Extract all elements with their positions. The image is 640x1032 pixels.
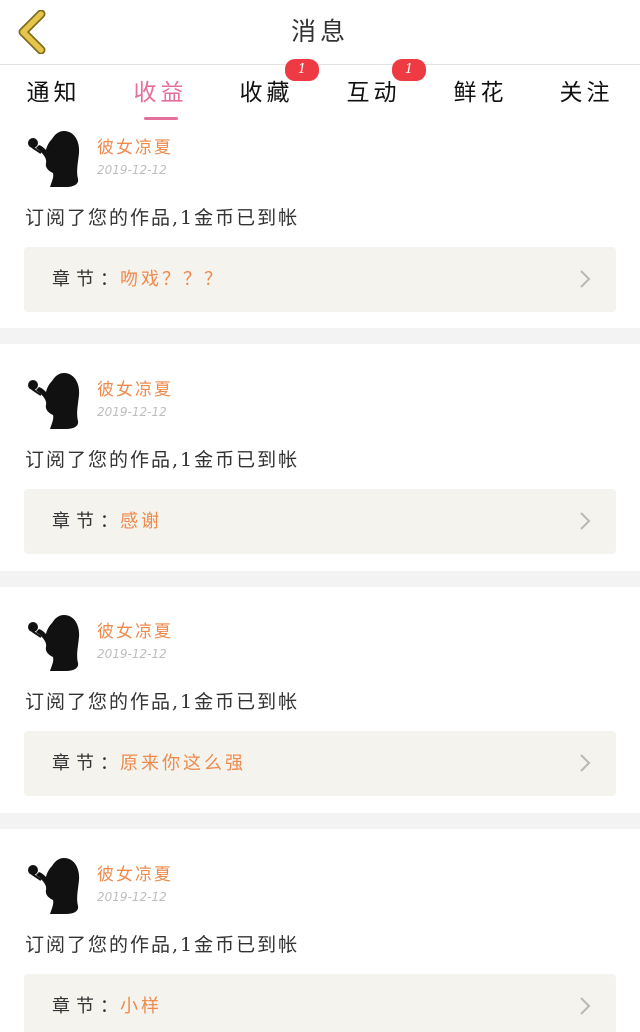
message-date: 2019-12-12 bbox=[97, 163, 167, 177]
message-text: 订阅了您的作品,1金币已到帐 bbox=[25, 691, 300, 713]
chapter-title: 感谢 bbox=[120, 511, 162, 532]
back-button[interactable] bbox=[10, 8, 54, 56]
tab-label: 鲜花 bbox=[453, 80, 508, 106]
tab-interactions[interactable]: 互动 1 bbox=[320, 59, 427, 125]
chapter-link[interactable]: 章节： 小样 bbox=[24, 974, 616, 1032]
message-item: 彼女凉夏 2019-12-12 订阅了您的作品,1金币已到帐 章节： 原来你这么… bbox=[0, 613, 640, 839]
active-tab-indicator bbox=[144, 117, 178, 120]
tab-label: 收益 bbox=[133, 80, 188, 106]
tab-earnings[interactable]: 收益 bbox=[107, 65, 214, 125]
message-date: 2019-12-12 bbox=[97, 405, 167, 419]
chevron-right-icon bbox=[580, 754, 591, 772]
avatar[interactable] bbox=[24, 856, 82, 914]
chapter-label: 章节： bbox=[52, 511, 124, 532]
tab-label: 关注 bbox=[559, 80, 614, 106]
chevron-left-icon bbox=[18, 10, 46, 54]
unread-badge: 1 bbox=[285, 59, 319, 81]
tab-label: 通知 bbox=[26, 80, 81, 106]
chevron-right-icon bbox=[580, 512, 591, 530]
chapter-title: 原来你这么强 bbox=[120, 753, 246, 774]
message-item: 彼女凉夏 2019-12-12 订阅了您的作品,1金币已到帐 章节： 感谢 bbox=[0, 371, 640, 597]
page-title: 消息 bbox=[290, 17, 349, 46]
tab-label: 收藏 bbox=[239, 80, 294, 106]
username[interactable]: 彼女凉夏 bbox=[97, 617, 173, 642]
chapter-link[interactable]: 章节： 原来你这么强 bbox=[24, 731, 616, 796]
message-text: 订阅了您的作品,1金币已到帐 bbox=[25, 934, 300, 956]
username[interactable]: 彼女凉夏 bbox=[97, 860, 173, 885]
chevron-right-icon bbox=[580, 270, 591, 288]
chapter-title: 小样 bbox=[120, 996, 162, 1017]
avatar[interactable] bbox=[24, 129, 82, 187]
messages-page: 消息 通知 收益 收藏 1 互动 1 鲜花 关注 彼女凉夏 2019-12-12… bbox=[0, 0, 640, 1032]
message-text: 订阅了您的作品,1金币已到帐 bbox=[25, 449, 300, 471]
unread-badge: 1 bbox=[392, 59, 426, 81]
header-bar: 消息 bbox=[0, 0, 640, 65]
section-divider bbox=[0, 571, 640, 587]
avatar[interactable] bbox=[24, 613, 82, 671]
section-divider bbox=[0, 328, 640, 344]
message-date: 2019-12-12 bbox=[97, 890, 167, 904]
tab-label: 互动 bbox=[346, 80, 401, 106]
username[interactable]: 彼女凉夏 bbox=[97, 133, 173, 158]
tab-favorites[interactable]: 收藏 1 bbox=[213, 59, 320, 125]
message-item: 彼女凉夏 2019-12-12 订阅了您的作品,1金币已到帐 章节： 小样 bbox=[0, 856, 640, 1032]
tab-following[interactable]: 关注 bbox=[533, 65, 640, 125]
chevron-right-icon bbox=[580, 997, 591, 1015]
message-text: 订阅了您的作品,1金币已到帐 bbox=[25, 207, 300, 229]
avatar[interactable] bbox=[24, 371, 82, 429]
chapter-title: 吻戏？？？ bbox=[120, 269, 225, 290]
section-divider bbox=[0, 813, 640, 829]
tab-flowers[interactable]: 鲜花 bbox=[427, 65, 534, 125]
chapter-label: 章节： bbox=[52, 996, 124, 1017]
tab-notifications[interactable]: 通知 bbox=[0, 65, 107, 125]
tab-bar: 通知 收益 收藏 1 互动 1 鲜花 关注 bbox=[0, 59, 640, 125]
chapter-link[interactable]: 章节： 吻戏？？？ bbox=[24, 247, 616, 312]
message-item: 彼女凉夏 2019-12-12 订阅了您的作品,1金币已到帐 章节： 吻戏？？？ bbox=[0, 129, 640, 355]
chapter-label: 章节： bbox=[52, 753, 124, 774]
message-date: 2019-12-12 bbox=[97, 647, 167, 661]
username[interactable]: 彼女凉夏 bbox=[97, 375, 173, 400]
chapter-label: 章节： bbox=[52, 269, 124, 290]
chapter-link[interactable]: 章节： 感谢 bbox=[24, 489, 616, 554]
